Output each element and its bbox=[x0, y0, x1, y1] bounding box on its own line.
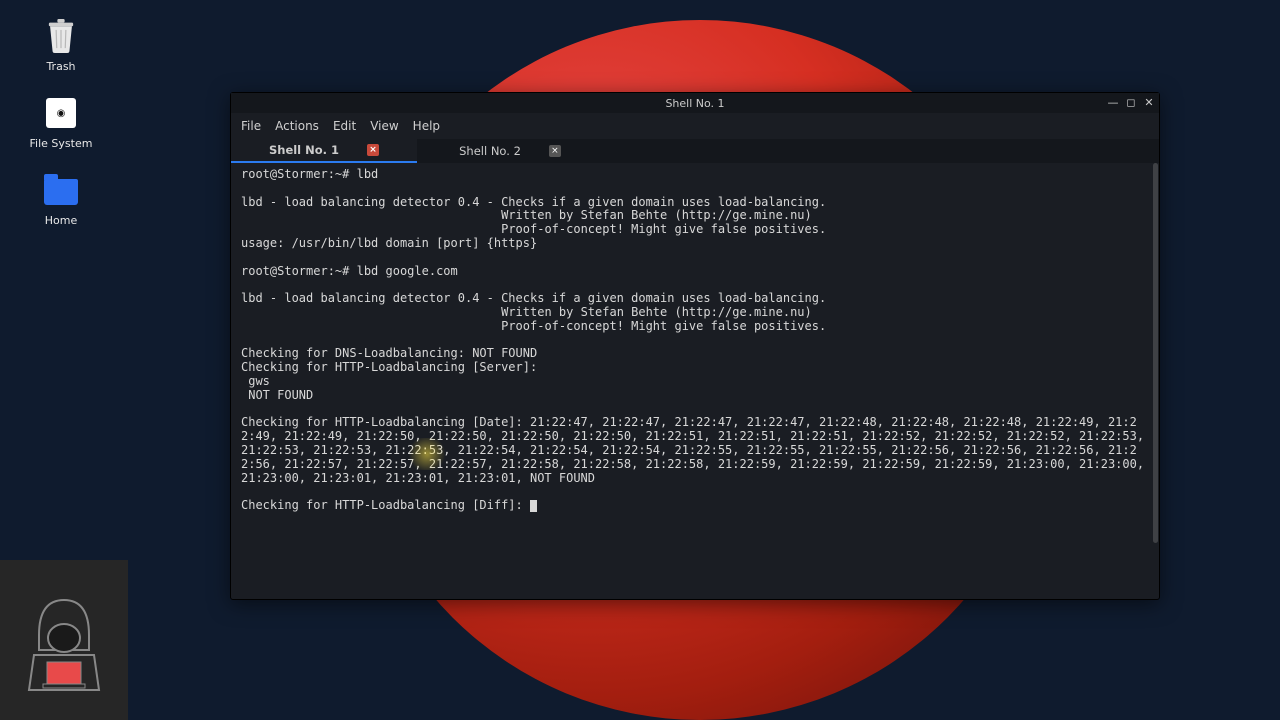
tab-shell-1[interactable]: Shell No. 1 × bbox=[231, 139, 417, 163]
avatar-widget bbox=[0, 560, 128, 720]
tab-label: Shell No. 1 bbox=[269, 143, 339, 157]
drive-icon: ◉ bbox=[46, 98, 76, 128]
close-button[interactable]: ✕ bbox=[1143, 97, 1155, 109]
trash-label: Trash bbox=[46, 60, 75, 73]
window-title: Shell No. 1 bbox=[665, 97, 724, 110]
minimize-button[interactable]: — bbox=[1107, 97, 1119, 109]
terminal-body[interactable]: root@Stormer:~# lbd lbd - load balancing… bbox=[231, 163, 1159, 599]
menu-help[interactable]: Help bbox=[413, 119, 440, 133]
desktop-icons: Trash ◉ File System Home bbox=[30, 18, 92, 249]
maximize-button[interactable]: ◻ bbox=[1125, 97, 1137, 109]
tab-label: Shell No. 2 bbox=[459, 144, 521, 158]
menu-actions[interactable]: Actions bbox=[275, 119, 319, 133]
tab-close-icon[interactable]: × bbox=[367, 144, 379, 156]
cursor bbox=[530, 500, 537, 512]
home-label: Home bbox=[45, 214, 77, 227]
tab-close-icon[interactable]: × bbox=[549, 145, 561, 157]
trash-icon[interactable]: Trash bbox=[30, 18, 92, 73]
output-http-diff: Checking for HTTP-Loadbalancing [Diff]: bbox=[241, 498, 530, 512]
terminal-window: Shell No. 1 — ◻ ✕ File Actions Edit View… bbox=[230, 92, 1160, 600]
folder-icon bbox=[44, 179, 78, 205]
filesystem-icon[interactable]: ◉ File System bbox=[30, 95, 92, 150]
tab-shell-2[interactable]: Shell No. 2 × bbox=[417, 139, 603, 163]
menu-file[interactable]: File bbox=[241, 119, 261, 133]
menu-edit[interactable]: Edit bbox=[333, 119, 356, 133]
prompt: root@Stormer:~# bbox=[241, 167, 357, 181]
command-2: lbd google.com bbox=[357, 264, 458, 278]
prompt: root@Stormer:~# bbox=[241, 264, 357, 278]
output-http-server: Checking for HTTP-Loadbalancing [Server]… bbox=[241, 360, 537, 402]
menu-view[interactable]: View bbox=[370, 119, 398, 133]
output-banner-2: lbd - load balancing detector 0.4 - Chec… bbox=[241, 291, 826, 333]
trash-can-icon bbox=[46, 19, 76, 53]
tabbar: Shell No. 1 × Shell No. 2 × bbox=[231, 139, 1159, 163]
output-dns: Checking for DNS-Loadbalancing: NOT FOUN… bbox=[241, 346, 537, 360]
output-http-date: Checking for HTTP-Loadbalancing [Date]: … bbox=[241, 415, 1151, 484]
scrollbar[interactable] bbox=[1153, 163, 1158, 543]
titlebar[interactable]: Shell No. 1 — ◻ ✕ bbox=[231, 93, 1159, 113]
filesystem-label: File System bbox=[30, 137, 93, 150]
hacker-avatar-icon bbox=[19, 580, 109, 700]
command-1: lbd bbox=[357, 167, 379, 181]
output-banner-1: lbd - load balancing detector 0.4 - Chec… bbox=[241, 195, 826, 250]
home-icon[interactable]: Home bbox=[30, 172, 92, 227]
menubar: File Actions Edit View Help bbox=[231, 113, 1159, 139]
